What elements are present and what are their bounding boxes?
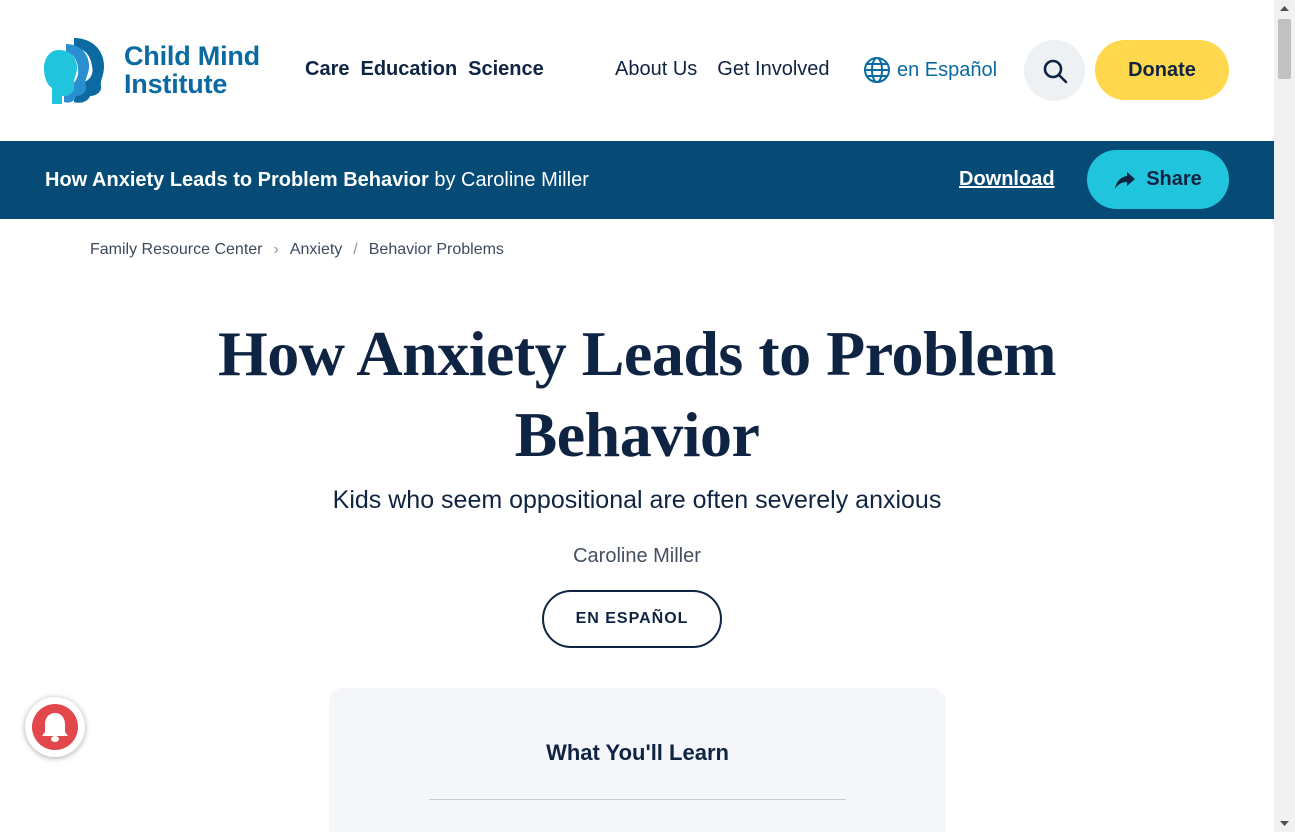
page-title: How Anxiety Leads to Problem Behavior [137, 313, 1137, 475]
logo-text: Child Mind Institute [124, 42, 260, 98]
article-bar-headline: How Anxiety Leads to Problem Behavior [45, 169, 429, 191]
share-arrow-icon [1115, 171, 1136, 189]
utility-nav: About Us Get Involved [615, 58, 830, 81]
breadcrumb-anxiety[interactable]: Anxiety [290, 241, 342, 259]
donate-button[interactable]: Donate [1095, 40, 1229, 100]
breadcrumb-separator: / [353, 241, 358, 258]
breadcrumb-family-resource-center[interactable]: Family Resource Center [90, 241, 263, 259]
nav-about-us[interactable]: About Us [615, 58, 697, 81]
notification-bell-button[interactable] [25, 697, 85, 757]
bell-icon-background [32, 704, 78, 750]
chevron-right-icon: › [273, 241, 279, 258]
language-switch-label: en Español [897, 58, 998, 81]
page-title-line-2: Behavior [514, 399, 760, 470]
breadcrumb: Family Resource Center › Anxiety / Behav… [90, 241, 504, 259]
page-viewport: Child Mind Institute Care Education Scie… [0, 0, 1274, 832]
scrollbar-thumb[interactable] [1278, 19, 1291, 79]
learn-box-divider [429, 799, 846, 800]
globe-icon [864, 57, 890, 83]
vertical-scrollbar[interactable] [1274, 0, 1295, 832]
bell-icon [42, 713, 68, 742]
nav-care[interactable]: Care [305, 58, 349, 81]
nav-get-involved[interactable]: Get Involved [717, 58, 829, 81]
logo-line-1: Child Mind [124, 41, 260, 71]
search-button[interactable] [1024, 40, 1085, 101]
breadcrumb-behavior-problems[interactable]: Behavior Problems [369, 241, 504, 259]
what-youll-learn-box: What You'll Learn [329, 688, 946, 832]
main-nav: Care Education Science [305, 58, 544, 81]
site-header: Child Mind Institute Care Education Scie… [0, 0, 1274, 141]
logo-line-2: Institute [124, 69, 228, 99]
article-subtitle: Kids who seem oppositional are often sev… [332, 486, 942, 514]
search-icon [1043, 59, 1067, 83]
article-sticky-bar: How Anxiety Leads to Problem Behavior by… [0, 141, 1274, 219]
article-bar-title: How Anxiety Leads to Problem Behavior by… [45, 169, 589, 192]
nav-science[interactable]: Science [468, 58, 544, 81]
site-logo[interactable]: Child Mind Institute [44, 36, 260, 104]
scroll-up-arrow-icon[interactable] [1274, 0, 1295, 17]
language-switch-link[interactable]: en Español [863, 56, 997, 84]
page-title-line-1: How Anxiety Leads to Problem [217, 318, 1057, 389]
share-button[interactable]: Share [1087, 150, 1229, 209]
logo-heads-icon [44, 38, 104, 104]
download-link[interactable]: Download [959, 168, 1055, 191]
share-button-label: Share [1146, 168, 1202, 190]
learn-box-heading: What You'll Learn [546, 740, 729, 765]
article-author[interactable]: Caroline Miller [137, 545, 1137, 568]
en-espanol-button[interactable]: EN ESPAÑOL [542, 590, 722, 648]
nav-education[interactable]: Education [360, 58, 457, 81]
scroll-down-arrow-icon[interactable] [1274, 815, 1295, 832]
article-bar-byline: by Caroline Miller [434, 169, 589, 191]
